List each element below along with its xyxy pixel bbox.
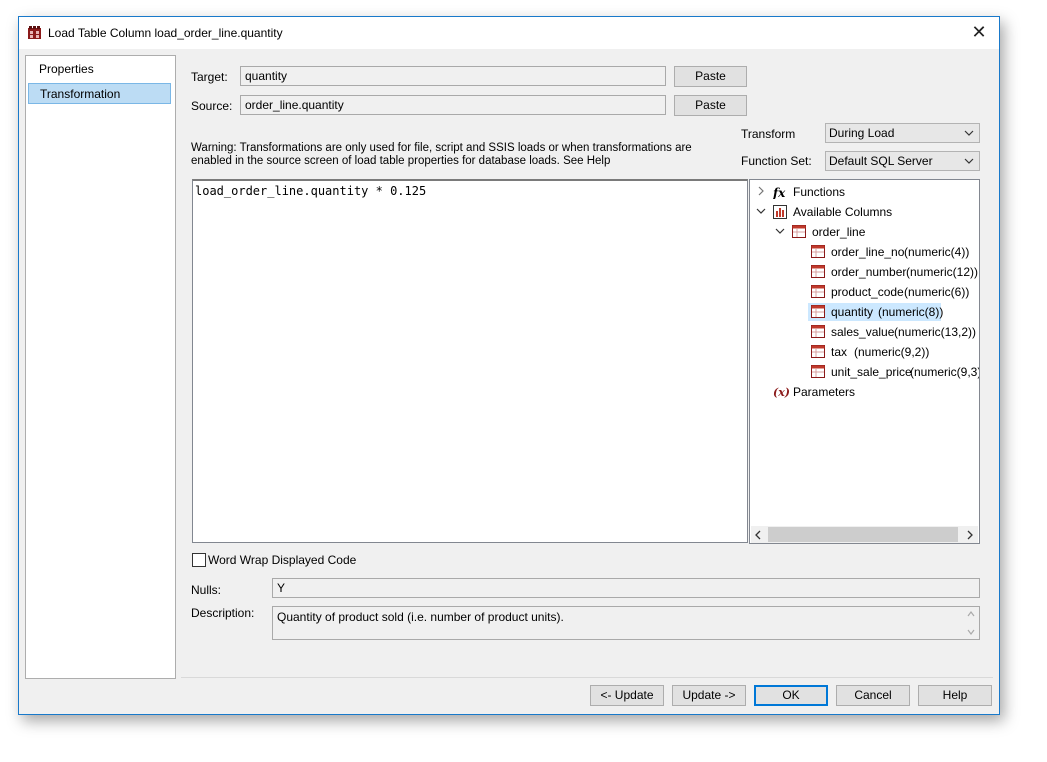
help-button[interactable]: Help	[918, 685, 992, 706]
bar-chart-icon	[773, 205, 787, 219]
load-table-column-dialog: Load Table Column load_order_line.quanti…	[18, 16, 1000, 715]
tree-node-available-columns[interactable]: Available Columns	[750, 203, 979, 221]
word-wrap-checkbox[interactable]	[192, 553, 206, 567]
ok-button[interactable]: OK	[754, 685, 828, 706]
chevron-right-icon[interactable]	[966, 530, 974, 540]
column-type: (numeric(6))	[904, 285, 970, 299]
horizontal-scrollbar[interactable]	[751, 526, 978, 543]
column-icon	[811, 305, 825, 318]
chevron-down-icon	[775, 228, 785, 234]
tree-node-column[interactable]: unit_sale_price (numeric(9,3))	[750, 363, 979, 381]
function-icon: fx	[773, 186, 786, 199]
function-set-label: Function Set:	[741, 154, 812, 168]
description-scrollbar[interactable]	[964, 608, 978, 638]
description-label: Description:	[191, 606, 255, 620]
nav-item-properties[interactable]: Properties	[28, 59, 171, 80]
target-label: Target:	[191, 70, 228, 84]
column-type: (numeric(13,2))	[894, 325, 977, 339]
column-name: product_code	[831, 285, 904, 299]
column-type: (numeric(9,3))	[910, 365, 980, 379]
chevron-down-icon	[756, 208, 766, 214]
tree-node-table[interactable]: order_line	[750, 223, 979, 241]
update-previous-button[interactable]: <- Update	[590, 685, 664, 706]
tree-label-parameters: Parameters	[793, 385, 856, 399]
chevron-right-icon	[758, 186, 764, 196]
cancel-button[interactable]: Cancel	[836, 685, 910, 706]
tree-label-table: order_line	[812, 225, 866, 239]
description-text: Quantity of product sold (i.e. number of…	[277, 610, 564, 624]
variable-icon: (x)	[773, 386, 789, 399]
target-field[interactable]: quantity	[240, 66, 666, 86]
column-icon	[811, 345, 825, 358]
column-icon	[811, 365, 825, 378]
column-icon	[811, 265, 825, 278]
function-set-value: Default SQL Server	[829, 154, 933, 168]
close-button[interactable]: ✕	[967, 22, 991, 44]
tree-node-functions[interactable]: fx Functions	[750, 183, 979, 201]
warning-text: Warning: Transformations are only used f…	[191, 142, 692, 167]
column-type: (numeric(12))	[906, 265, 979, 279]
svg-text:fx: fx	[773, 186, 786, 199]
tree-node-column[interactable]: order_line_no (numeric(4))	[750, 243, 979, 261]
tree-node-column-selected[interactable]: quantity (numeric(8))	[750, 303, 979, 321]
nulls-label: Nulls:	[191, 583, 222, 597]
title-bar: Load Table Column load_order_line.quanti…	[19, 17, 999, 49]
tree-label-available-columns: Available Columns	[793, 205, 893, 219]
transform-label: Transform	[741, 127, 796, 141]
column-name: unit_sale_price	[831, 365, 912, 379]
chevron-left-icon[interactable]	[754, 530, 762, 540]
column-tree[interactable]: fx Functions Available Columns order_lin…	[749, 179, 980, 544]
word-wrap-label: Word Wrap Displayed Code	[208, 553, 357, 567]
transform-select[interactable]: During Load	[825, 123, 980, 143]
window-title: Load Table Column load_order_line.quanti…	[48, 26, 283, 40]
transform-value: During Load	[829, 126, 895, 140]
transformation-code: load_order_line.quantity * 0.125	[195, 184, 427, 198]
column-icon	[811, 325, 825, 338]
chevron-down-icon	[964, 158, 974, 164]
close-icon: ✕	[971, 22, 987, 42]
source-label: Source:	[191, 99, 233, 113]
tree-node-column[interactable]: product_code (numeric(6))	[750, 283, 979, 301]
column-name: quantity	[831, 305, 874, 319]
source-field[interactable]: order_line.quantity	[240, 95, 666, 115]
tree-label-functions: Functions	[793, 185, 846, 199]
column-name: order_number	[831, 265, 907, 279]
column-type: (numeric(9,2))	[854, 345, 930, 359]
update-next-button[interactable]: Update ->	[672, 685, 746, 706]
column-name: order_line_no	[831, 245, 905, 259]
function-set-select[interactable]: Default SQL Server	[825, 151, 980, 171]
description-field[interactable]: Quantity of product sold (i.e. number of…	[272, 606, 980, 640]
tree-node-column[interactable]: sales_value (numeric(13,2))	[750, 323, 979, 341]
svg-text:(x): (x)	[773, 386, 789, 399]
chevron-up-icon[interactable]	[967, 610, 975, 618]
nav-item-transformation[interactable]: Transformation	[28, 83, 171, 104]
section-nav: Properties Transformation	[25, 55, 176, 679]
chevron-down-icon[interactable]	[967, 628, 975, 636]
target-paste-button[interactable]: Paste	[674, 66, 747, 87]
nav-item-label: Transformation	[40, 87, 121, 101]
table-icon	[28, 26, 41, 39]
transformation-editor[interactable]: load_order_line.quantity * 0.125	[192, 179, 748, 543]
tree-node-column[interactable]: tax (numeric(9,2))	[750, 343, 979, 361]
chevron-down-icon	[964, 130, 974, 136]
nav-item-label: Properties	[39, 62, 94, 76]
column-icon	[811, 285, 825, 298]
column-name: sales_value	[831, 325, 895, 339]
table-icon	[792, 225, 806, 238]
nulls-field[interactable]: Y	[272, 578, 980, 598]
column-type: (numeric(4))	[904, 245, 970, 259]
column-icon	[811, 245, 825, 258]
column-name: tax	[831, 345, 848, 359]
scrollbar-thumb[interactable]	[768, 527, 958, 542]
column-type: (numeric(8))	[878, 305, 944, 319]
tree-node-column[interactable]: order_number (numeric(12))	[750, 263, 979, 281]
tree-node-parameters[interactable]: (x) Parameters	[750, 383, 979, 401]
footer-divider	[181, 677, 993, 678]
source-paste-button[interactable]: Paste	[674, 95, 747, 116]
